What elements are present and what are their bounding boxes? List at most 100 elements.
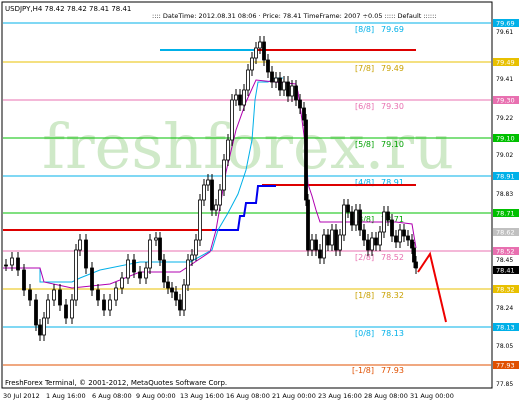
candle-body xyxy=(326,234,330,246)
time-axis: 30 Jul 2012 1 Aug 16:00 6 Aug 08:00 9 Au… xyxy=(3,392,454,400)
candle-body xyxy=(210,179,214,211)
svg-text:[0/8]: [0/8] xyxy=(355,329,374,338)
candle-body xyxy=(154,237,158,241)
candle-body xyxy=(144,267,148,279)
svg-text:9 Aug 00:00: 9 Aug 00:00 xyxy=(136,392,176,400)
candle-body xyxy=(102,299,106,311)
svg-text:[-1/8]: [-1/8] xyxy=(352,366,374,375)
svg-text:77.85: 77.85 xyxy=(496,381,513,388)
svg-text:[8/8]: [8/8] xyxy=(355,25,374,34)
badge-79-69: 79.69 xyxy=(496,20,515,28)
svg-text:21 Aug 00:00: 21 Aug 00:00 xyxy=(272,392,316,400)
badge-78-32: 78.32 xyxy=(496,286,515,294)
candle-body xyxy=(282,81,286,91)
candle-body xyxy=(254,47,258,59)
candle-body xyxy=(350,211,354,226)
candle-body xyxy=(218,189,222,206)
candle-body xyxy=(378,231,382,246)
svg-text:23 Aug 16:00: 23 Aug 16:00 xyxy=(318,392,362,400)
svg-text:78.24: 78.24 xyxy=(496,305,513,312)
candle-body xyxy=(70,299,74,319)
candle-body xyxy=(370,237,374,251)
candle-body xyxy=(28,289,32,301)
candle-body xyxy=(412,247,416,263)
candle-body xyxy=(366,239,370,251)
candle-body xyxy=(398,229,402,243)
badge-79-30: 79.30 xyxy=(496,97,515,105)
candle-body xyxy=(34,299,38,326)
svg-text:79.49: 79.49 xyxy=(381,64,404,73)
badge-78-71: 78.71 xyxy=(496,210,515,218)
candle-body xyxy=(322,234,326,259)
candle-body xyxy=(414,261,418,269)
candle-body xyxy=(290,85,294,97)
candle-body xyxy=(214,204,218,211)
svg-text:78.13: 78.13 xyxy=(381,329,404,338)
candle-body xyxy=(64,304,68,319)
badge-current-price: 78.41 xyxy=(496,267,515,275)
plot-frame xyxy=(1,1,493,389)
candle-body xyxy=(234,94,238,101)
svg-text:13 Aug 16:00: 13 Aug 16:00 xyxy=(180,392,224,400)
candle-body xyxy=(120,277,124,289)
copyright: FreshForex Terminal, © 2001-2012, MetaQu… xyxy=(5,379,227,387)
candle-body xyxy=(78,239,82,251)
candle-body xyxy=(334,229,338,251)
candle-body xyxy=(304,119,308,201)
svg-text:16 Aug 08:00: 16 Aug 08:00 xyxy=(226,392,270,400)
candle-body xyxy=(266,59,270,73)
candle-body xyxy=(310,239,314,251)
candle-body xyxy=(410,239,414,249)
candle-body xyxy=(242,89,246,106)
candle-body xyxy=(358,209,362,231)
candle-body xyxy=(338,234,342,251)
badge-79-49: 79.49 xyxy=(496,59,515,67)
candle-body xyxy=(126,259,130,279)
badge-prev-price: 78.62 xyxy=(496,229,515,237)
candle-body xyxy=(342,204,346,236)
symbol-header: USDJPY,H4 78.42 78.42 78.41 78.41 xyxy=(5,5,131,13)
candle-body xyxy=(298,99,302,109)
candle-body xyxy=(74,249,78,301)
candle-body xyxy=(246,69,250,91)
candle-body xyxy=(194,239,198,256)
badge-79-10: 79.10 xyxy=(496,135,515,143)
candle-body xyxy=(90,267,94,291)
price-axis-ticks: 79.61 79.41 79.22 79.02 78.83 78.45 78.2… xyxy=(496,29,513,388)
candle-body xyxy=(226,139,230,161)
svg-text:78.05: 78.05 xyxy=(496,343,513,350)
candle-body xyxy=(138,271,142,279)
candle-body xyxy=(262,41,266,61)
candle-body xyxy=(38,324,42,336)
candle-body xyxy=(302,107,306,121)
svg-text:79.41: 79.41 xyxy=(496,76,513,83)
svg-text:79.69: 79.69 xyxy=(381,25,404,34)
candle-body xyxy=(84,239,88,269)
candle-body xyxy=(250,57,254,71)
candle-body xyxy=(10,257,14,266)
candle-body xyxy=(314,239,318,251)
chart-window[interactable]: freshforex.ru USDJPY,H4 78.42 78.42 78.4… xyxy=(0,0,520,403)
candle-body xyxy=(174,291,178,301)
svg-text:79.10: 79.10 xyxy=(381,140,404,149)
candle-body xyxy=(382,211,386,233)
info-header: :::: DateTime: 2012.08.31 08:06 · Price:… xyxy=(152,12,437,20)
svg-text:79.61: 79.61 xyxy=(496,29,513,36)
candle-body xyxy=(390,219,394,237)
candle-body xyxy=(274,77,278,83)
svg-text:[2/8]: [2/8] xyxy=(355,253,374,262)
svg-text:28 Aug 08:00: 28 Aug 08:00 xyxy=(364,392,408,400)
candle-body xyxy=(166,281,170,289)
badge-78-13: 78.13 xyxy=(496,324,515,332)
candle-body xyxy=(374,237,378,246)
svg-text:1 Aug 16:00: 1 Aug 16:00 xyxy=(46,392,86,400)
candle-body xyxy=(354,209,358,226)
candle-body xyxy=(16,257,20,271)
svg-text:[7/8]: [7/8] xyxy=(355,64,374,73)
candle-body xyxy=(238,94,242,106)
candle-body xyxy=(294,85,298,101)
svg-text:30 Jul 2012: 30 Jul 2012 xyxy=(3,392,40,400)
candle-body xyxy=(206,179,210,186)
candle-body xyxy=(4,264,8,267)
candle-body xyxy=(258,41,262,49)
